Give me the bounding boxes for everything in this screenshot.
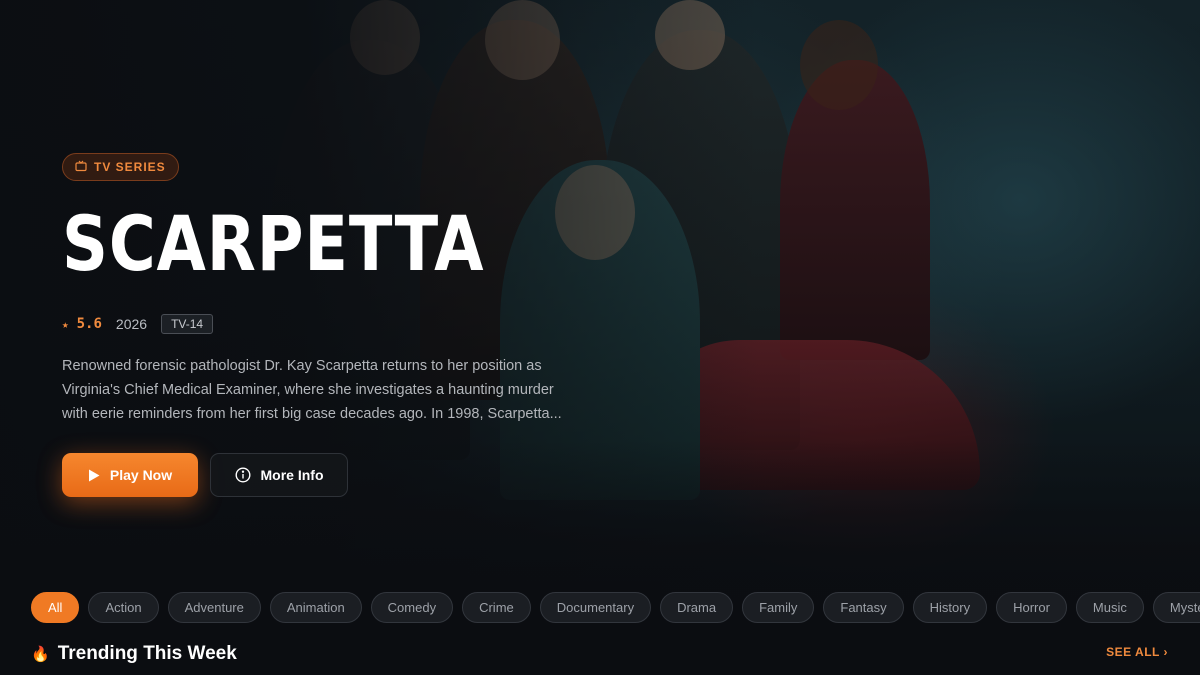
more-info-button[interactable]: More Info — [210, 453, 348, 497]
type-badge-label: TV SERIES — [94, 160, 166, 174]
tv-icon — [75, 160, 87, 175]
show-meta: ★ 5.6 2026 TV-14 — [62, 313, 214, 335]
trending-section-header: 🔥 Trending This Week — [31, 641, 237, 667]
see-all-link[interactable]: SEE ALL › — [1106, 645, 1168, 659]
genre-chip-animation[interactable]: Animation — [269, 592, 362, 623]
more-info-label: More Info — [260, 467, 324, 483]
fire-icon: 🔥 — [31, 646, 50, 663]
rating: ★ 5.6 — [62, 316, 102, 332]
genre-chip-fantasy[interactable]: Fantasy — [823, 592, 904, 623]
genre-chip-action[interactable]: Action — [88, 592, 159, 623]
genre-chip-crime[interactable]: Crime — [462, 592, 531, 623]
info-icon — [234, 467, 251, 483]
genre-chip-adventure[interactable]: Adventure — [167, 592, 261, 623]
play-now-label: Play Now — [109, 467, 173, 483]
release-year: 2026 — [115, 316, 148, 332]
rating-value: 5.6 — [76, 316, 102, 332]
genre-chip-horror[interactable]: Horror — [996, 592, 1067, 623]
genre-chip-documentary[interactable]: Documentary — [539, 592, 652, 623]
age-rating-badge: TV-14 — [161, 314, 214, 334]
type-badge: TV SERIES — [62, 153, 179, 181]
show-title: SCARPETTA — [62, 199, 485, 288]
backdrop-face — [800, 20, 878, 110]
genre-filter-bar: All Action Adventure Animation Comedy Cr… — [31, 592, 1200, 623]
genre-chip-music[interactable]: Music — [1075, 592, 1144, 623]
play-icon — [88, 469, 100, 482]
genre-chip-mystery[interactable]: Mystery — [1152, 592, 1200, 623]
section-title: Trending This Week — [57, 643, 237, 664]
genre-chip-all[interactable]: All — [31, 592, 80, 623]
show-description: Renowned forensic pathologist Dr. Kay Sc… — [62, 358, 562, 422]
star-icon: ★ — [62, 317, 69, 331]
play-now-button[interactable]: Play Now — [62, 453, 198, 497]
genre-chip-family[interactable]: Family — [742, 592, 815, 623]
genre-chip-drama[interactable]: Drama — [660, 592, 734, 623]
genre-chip-comedy[interactable]: Comedy — [370, 592, 454, 623]
genre-chip-history[interactable]: History — [912, 592, 988, 623]
